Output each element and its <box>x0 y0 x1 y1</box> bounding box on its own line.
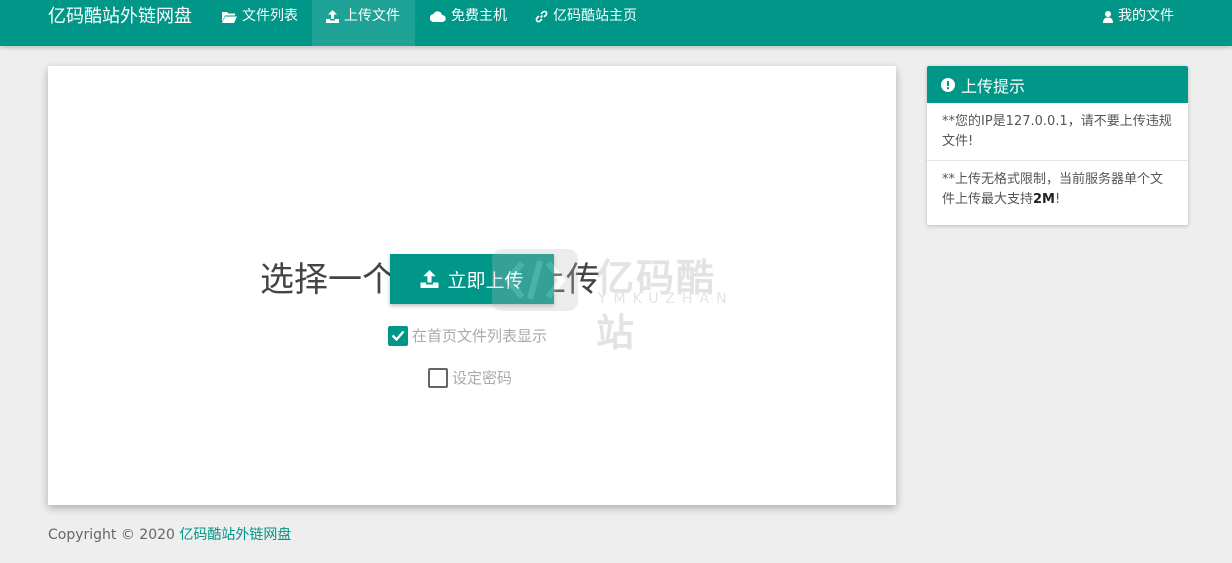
show-on-homepage-label: 在首页文件列表显示 <box>412 327 548 345</box>
show-on-homepage-checkbox[interactable] <box>388 325 408 346</box>
nav-item-label: 文件列表 <box>242 8 298 24</box>
upload-tips-panel: 上传提示 **您的IP是127.0.0.1，请不要上传违规文件! **上传无格式… <box>927 66 1188 225</box>
exclamation-circle-icon <box>941 77 955 92</box>
folder-open-icon <box>222 0 237 33</box>
nav-item-my-files[interactable]: 我的文件 <box>1089 0 1188 46</box>
set-password-checkbox[interactable] <box>428 367 448 388</box>
footer-copyright: Copyright © 2020 <box>48 527 180 543</box>
set-password-label: 设定密码 <box>452 369 513 387</box>
upload-now-button[interactable]: 立即上传 <box>390 254 554 304</box>
nav-item-label: 上传文件 <box>344 8 400 24</box>
footer: Copyright © 2020 亿码酷站外链网盘 <box>48 526 291 544</box>
tips-panel-title: 上传提示 <box>961 76 1026 96</box>
top-navbar: 亿码酷站外链网盘 文件列表 上传文件 免费主机 亿码酷站主页 我的文件 <box>0 0 1232 46</box>
nav-item-free-host[interactable]: 免费主机 <box>416 0 521 46</box>
nav-item-upload[interactable]: 上传文件 <box>312 0 415 46</box>
footer-site-link[interactable]: 亿码酷站外链网盘 <box>179 527 291 543</box>
upload-icon <box>326 0 339 33</box>
upload-icon <box>420 270 439 288</box>
nav-item-label: 亿码酷站主页 <box>553 8 637 24</box>
nav-item-homepage[interactable]: 亿码酷站主页 <box>521 0 651 46</box>
brand-link[interactable]: 亿码酷站外链网盘 <box>48 0 192 33</box>
set-password-option[interactable]: 设定密码 <box>428 367 512 388</box>
tips-panel-header: 上传提示 <box>927 66 1188 103</box>
cloud-icon <box>430 0 446 33</box>
user-icon <box>1103 0 1113 33</box>
upload-button-label: 立即上传 <box>447 269 524 292</box>
show-on-homepage-option[interactable]: 在首页文件列表显示 <box>388 325 547 346</box>
nav-item-label: 免费主机 <box>451 8 507 24</box>
tip-size-limit: **上传无格式限制，当前服务器单个文件上传最大支持2M! <box>927 160 1188 218</box>
tip-size-value: 2M <box>1033 192 1055 207</box>
nav-item-file-list[interactable]: 文件列表 <box>208 0 312 46</box>
link-icon <box>535 0 548 33</box>
tip-size-suffix: ! <box>1055 192 1061 207</box>
tip-ip-notice: **您的IP是127.0.0.1，请不要上传违规文件! <box>942 114 1172 149</box>
nav-item-label: 我的文件 <box>1118 8 1174 24</box>
